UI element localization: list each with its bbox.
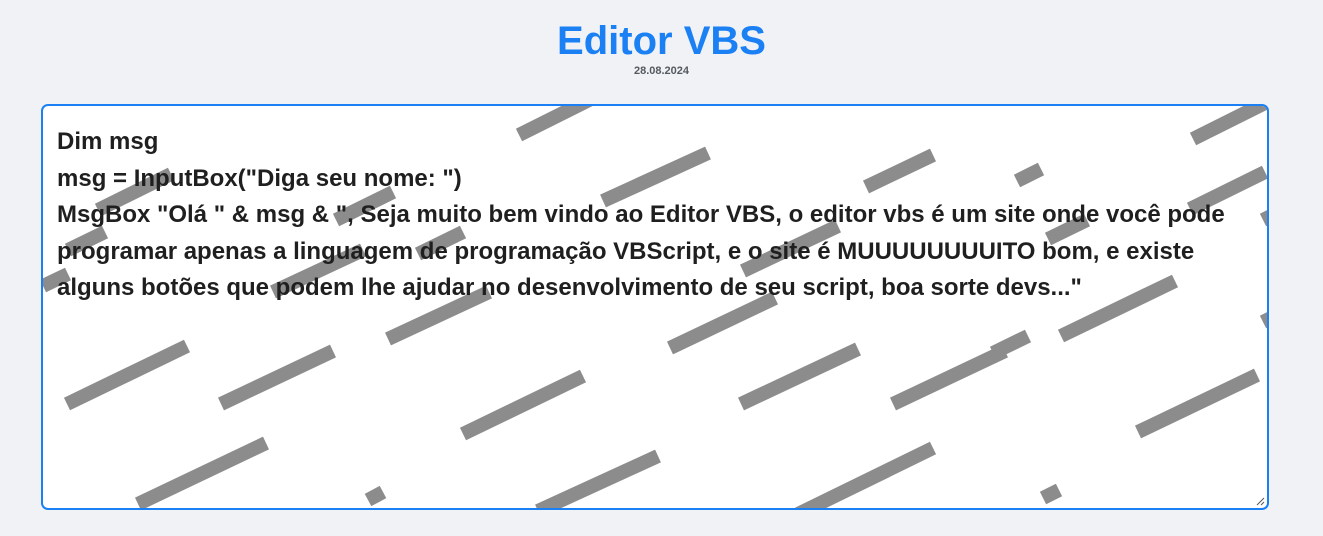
resize-grip-icon[interactable]: [1255, 496, 1265, 506]
page-title: Editor VBS: [557, 19, 766, 63]
code-input[interactable]: Dim msg msg = InputBox("Diga seu nome: "…: [43, 106, 1267, 508]
code-editor[interactable]: Dim msg msg = InputBox("Diga seu nome: "…: [41, 104, 1269, 510]
page-date: 28.08.2024: [633, 65, 690, 77]
